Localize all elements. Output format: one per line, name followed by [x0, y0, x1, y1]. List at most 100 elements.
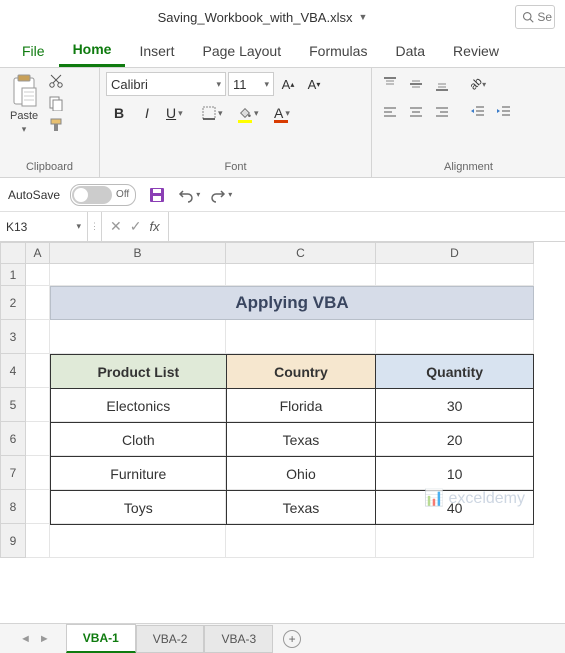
tab-insert[interactable]: Insert [125, 34, 188, 67]
cancel-formula-button[interactable]: ✕ [110, 218, 122, 235]
brush-icon [48, 117, 64, 133]
sheet-tab-vba1[interactable]: VBA-1 [66, 624, 136, 653]
select-all-corner[interactable] [0, 242, 26, 264]
header-product[interactable]: Product List [51, 355, 227, 389]
border-button[interactable]: ▾ [198, 100, 232, 126]
row-header[interactable]: 4 [0, 354, 26, 388]
tab-formulas[interactable]: Formulas [295, 34, 381, 67]
copy-icon [48, 95, 64, 111]
decrease-font-button[interactable]: A▾ [302, 72, 326, 96]
add-sheet-button[interactable]: + [283, 630, 301, 648]
filename: Saving_Workbook_with_VBA.xlsx [158, 10, 353, 25]
save-button[interactable] [146, 184, 168, 206]
filename-dropdown-icon[interactable]: ▼ [358, 12, 367, 22]
increase-font-button[interactable]: A▴ [276, 72, 300, 96]
tab-data[interactable]: Data [381, 34, 439, 67]
table-header-row: Product List Country Quantity [51, 355, 534, 389]
cell-product[interactable]: Furniture [51, 457, 227, 491]
row-header[interactable]: 8 [0, 490, 26, 524]
paste-label: Paste [10, 110, 38, 122]
column-header-a[interactable]: A [26, 242, 50, 264]
cell-country[interactable]: Ohio [226, 457, 376, 491]
name-box[interactable]: K13 ▾ [0, 212, 88, 241]
cell-country[interactable]: Texas [226, 423, 376, 457]
row-header[interactable]: 1 [0, 264, 26, 286]
chevron-down-icon: ▾ [76, 221, 81, 232]
header-quantity[interactable]: Quantity [376, 355, 534, 389]
watermark: 📊 exceldemy [424, 488, 525, 508]
search-box[interactable]: Se [515, 5, 555, 29]
redo-button[interactable]: ▾ [210, 184, 232, 206]
font-group-label: Font [106, 159, 365, 175]
title-banner[interactable]: Applying VBA [50, 286, 534, 320]
search-icon [522, 11, 534, 23]
chevron-down-icon: ▾ [22, 124, 27, 135]
font-name-select[interactable]: Calibri▾ [106, 72, 226, 96]
copy-button[interactable] [46, 94, 66, 112]
cell-country[interactable]: Florida [226, 389, 376, 423]
next-sheet-button[interactable]: ► [39, 633, 50, 645]
indent-icon [496, 104, 512, 120]
orientation-button[interactable]: ab▾ [466, 72, 490, 96]
increase-indent-button[interactable] [492, 100, 516, 124]
tab-review[interactable]: Review [439, 34, 513, 67]
sheet-tab-vba2[interactable]: VBA-2 [136, 625, 205, 653]
underline-button[interactable]: U▾ [162, 100, 196, 126]
chevron-down-icon: ▾ [254, 108, 259, 119]
prev-sheet-button[interactable]: ◄ [20, 633, 31, 645]
cell-qty[interactable]: 10 [376, 457, 534, 491]
paste-button[interactable]: Paste ▾ [6, 72, 42, 137]
cell-product[interactable]: Electonics [51, 389, 227, 423]
bold-button[interactable]: B [106, 100, 132, 126]
worksheet-grid: A B C D 1 2 3 4 5 6 7 8 9 Applying VBA P… [0, 242, 565, 558]
sheet-content: Applying VBA Product List Country Quanti… [50, 264, 534, 525]
row-header[interactable]: 5 [0, 388, 26, 422]
cell-country[interactable]: Texas [226, 491, 376, 525]
align-center-button[interactable] [404, 100, 428, 124]
chevron-down-icon: ▾ [216, 79, 221, 90]
undo-icon [178, 187, 194, 203]
undo-button[interactable]: ▾ [178, 184, 200, 206]
enter-formula-button[interactable]: ✓ [130, 218, 142, 235]
tab-file[interactable]: File [8, 34, 59, 67]
align-middle-button[interactable] [404, 72, 428, 96]
cell-reference: K13 [6, 220, 27, 234]
cell-product[interactable]: Toys [51, 491, 227, 525]
cell-qty[interactable]: 30 [376, 389, 534, 423]
row-header[interactable]: 6 [0, 422, 26, 456]
align-center-icon [408, 104, 424, 120]
formula-input[interactable] [168, 212, 565, 241]
align-left-button[interactable] [378, 100, 402, 124]
font-color-button[interactable]: A▾ [270, 100, 304, 126]
chevron-down-icon: ▾ [178, 108, 183, 119]
row-header[interactable]: 9 [0, 524, 26, 558]
sheet-tab-vba3[interactable]: VBA-3 [204, 625, 273, 653]
format-painter-button[interactable] [46, 116, 66, 134]
group-font: Calibri▾ 11▾ A▴ A▾ B I U▾ ▾ ▾ A▾ Font [100, 68, 372, 177]
column-header-b[interactable]: B [50, 242, 226, 264]
fill-color-button[interactable]: ▾ [234, 100, 268, 126]
header-country[interactable]: Country [226, 355, 376, 389]
italic-button[interactable]: I [134, 100, 160, 126]
chevron-down-icon: ▾ [196, 190, 200, 199]
cell-qty[interactable]: 20 [376, 423, 534, 457]
row-header[interactable]: 2 [0, 286, 26, 320]
tab-page-layout[interactable]: Page Layout [188, 34, 295, 67]
quick-access-toolbar: AutoSave Off ▾ ▾ [0, 178, 565, 212]
align-right-button[interactable] [430, 100, 454, 124]
cell-product[interactable]: Cloth [51, 423, 227, 457]
tab-home[interactable]: Home [59, 34, 126, 67]
align-bottom-button[interactable] [430, 72, 454, 96]
column-header-c[interactable]: C [226, 242, 376, 264]
column-header-d[interactable]: D [376, 242, 534, 264]
row-header[interactable]: 7 [0, 456, 26, 490]
align-top-button[interactable] [378, 72, 402, 96]
row-header[interactable]: 3 [0, 320, 26, 354]
align-right-icon [434, 104, 450, 120]
autosave-toggle[interactable] [72, 186, 112, 204]
decrease-indent-button[interactable] [466, 100, 490, 124]
cut-button[interactable] [46, 72, 66, 90]
clipboard-group-label: Clipboard [6, 159, 93, 175]
fx-label[interactable]: fx [149, 219, 159, 234]
font-size-select[interactable]: 11▾ [228, 72, 274, 96]
